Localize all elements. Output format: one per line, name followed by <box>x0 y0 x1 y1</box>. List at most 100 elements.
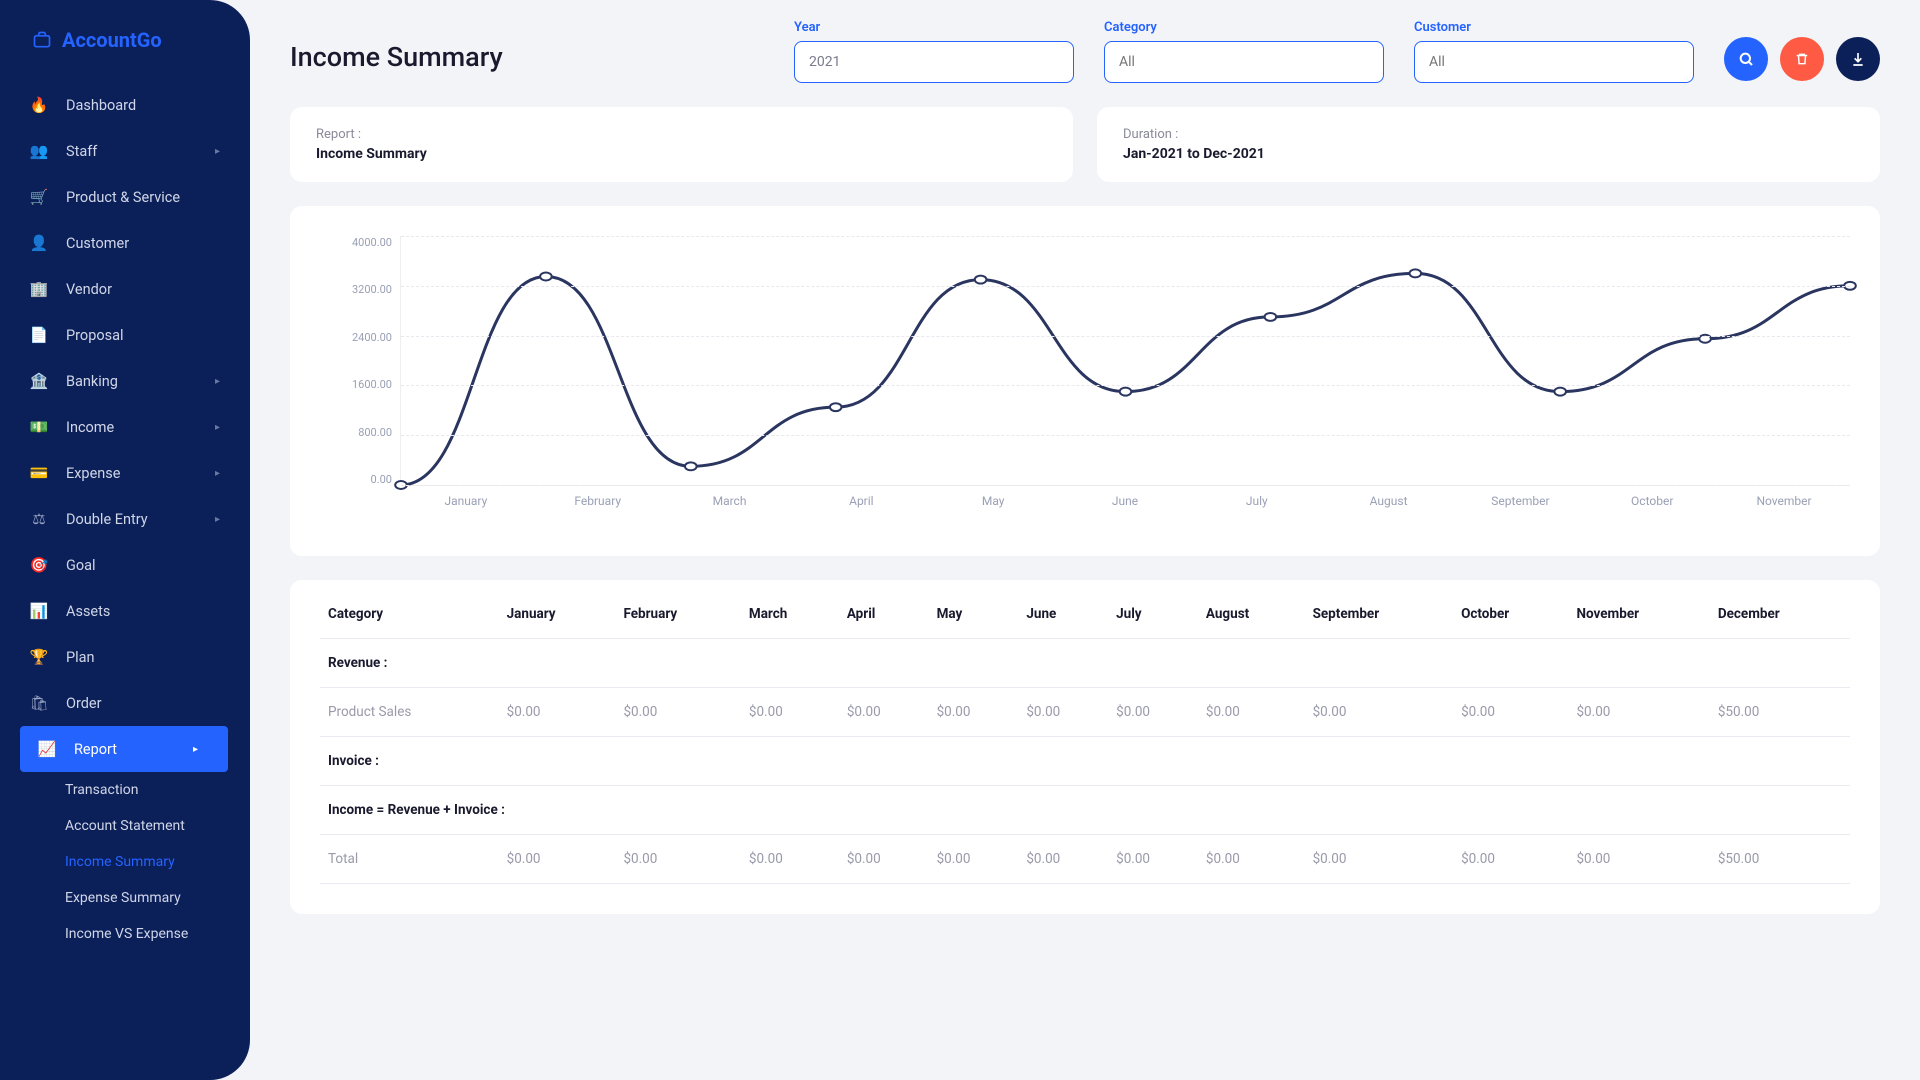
nav-label: Product & Service <box>66 189 180 206</box>
plot-area <box>400 236 1850 486</box>
section-label: Revenue : <box>320 639 1850 688</box>
cell: $0.00 <box>1305 835 1453 884</box>
chevron-icon: ▸ <box>215 376 220 387</box>
nav-icon: 🎯 <box>30 556 48 574</box>
sidebar-item-report[interactable]: 📈Report▸ <box>20 726 228 772</box>
nav-label: Staff <box>66 143 97 160</box>
nav-label: Vendor <box>66 281 112 298</box>
row-label: Total <box>320 835 499 884</box>
y-tick: 800.00 <box>320 426 400 439</box>
nav-label: Banking <box>66 373 118 390</box>
nav-icon: 👤 <box>30 234 48 252</box>
col-header: November <box>1568 590 1709 639</box>
col-header: Category <box>320 590 499 639</box>
col-header: May <box>929 590 1019 639</box>
x-tick: November <box>1718 486 1850 516</box>
nav-icon: 🏆 <box>30 648 48 666</box>
sidebar-item-assets[interactable]: 📊Assets <box>0 588 250 634</box>
cell: $0.00 <box>1018 835 1108 884</box>
x-tick: October <box>1586 486 1718 516</box>
nav-label: Customer <box>66 235 129 252</box>
category-input[interactable] <box>1104 41 1384 83</box>
chevron-icon: ▸ <box>215 514 220 525</box>
search-button[interactable] <box>1724 37 1768 81</box>
year-input[interactable] <box>794 41 1074 83</box>
col-header: October <box>1453 590 1568 639</box>
nav-icon: 🏢 <box>30 280 48 298</box>
y-tick: 1600.00 <box>320 378 400 391</box>
trash-icon <box>1795 51 1809 67</box>
customer-input[interactable] <box>1414 41 1694 83</box>
col-header: July <box>1108 590 1198 639</box>
sidebar-item-double-entry[interactable]: ⚖Double Entry▸ <box>0 496 250 542</box>
sidebar-item-dashboard[interactable]: 🔥Dashboard <box>0 82 250 128</box>
nav-icon: 📈 <box>38 740 56 758</box>
grid-line <box>401 286 1850 287</box>
chevron-icon: ▸ <box>193 744 198 755</box>
briefcase-icon <box>30 30 54 50</box>
nav-icon: 📊 <box>30 602 48 620</box>
sub-item-account-statement[interactable]: Account Statement <box>0 808 250 844</box>
sidebar-item-goal[interactable]: 🎯Goal <box>0 542 250 588</box>
x-tick: July <box>1191 486 1323 516</box>
sub-item-expense-summary[interactable]: Expense Summary <box>0 880 250 916</box>
income-table: CategoryJanuaryFebruaryMarchAprilMayJune… <box>320 590 1850 884</box>
sidebar-item-order[interactable]: 🛍Order <box>0 680 250 726</box>
cell: $0.00 <box>499 688 616 737</box>
row-label: Product Sales <box>320 688 499 737</box>
sidebar-item-plan[interactable]: 🏆Plan <box>0 634 250 680</box>
report-card: Report : Income Summary <box>290 107 1073 182</box>
col-header: September <box>1305 590 1453 639</box>
page-title: Income Summary <box>290 41 503 83</box>
x-axis: JanuaryFebruaryMarchAprilMayJuneJulyAugu… <box>400 486 1850 516</box>
x-tick: May <box>927 486 1059 516</box>
y-axis: 4000.003200.002400.001600.00800.000.00 <box>320 236 400 486</box>
sub-item-income-vs-expense[interactable]: Income VS Expense <box>0 916 250 952</box>
cell: $0.00 <box>839 688 929 737</box>
nav-label: Order <box>66 695 102 712</box>
sidebar-item-product-service[interactable]: 🛒 Product & Service <box>0 174 250 220</box>
section-row: Revenue : <box>320 639 1850 688</box>
nav-icon: 💵 <box>30 418 48 436</box>
nav-label: Income <box>66 419 114 436</box>
section-label: Invoice : <box>320 737 1850 786</box>
nav-icon: 🛒 <box>30 188 48 206</box>
x-tick: February <box>532 486 664 516</box>
duration-label: Duration : <box>1123 127 1854 142</box>
col-header: August <box>1198 590 1305 639</box>
download-button[interactable] <box>1836 37 1880 81</box>
section-row: Invoice : <box>320 737 1850 786</box>
cell: $0.00 <box>1453 688 1568 737</box>
grid-line <box>401 435 1850 436</box>
chart-line <box>401 236 1850 485</box>
y-tick: 2400.00 <box>320 331 400 344</box>
nav-icon: ⚖ <box>30 510 48 528</box>
brand-logo[interactable]: AccountGo <box>0 10 250 82</box>
sidebar-item-income[interactable]: 💵 Income ▸ <box>0 404 250 450</box>
sidebar-item-proposal[interactable]: 📄Proposal <box>0 312 250 358</box>
table-card: CategoryJanuaryFebruaryMarchAprilMayJune… <box>290 580 1880 914</box>
chevron-icon: ▸ <box>215 422 220 433</box>
download-icon <box>1850 51 1866 67</box>
sidebar-item-customer[interactable]: 👤 Customer <box>0 220 250 266</box>
nav-icon: 🔥 <box>30 96 48 114</box>
sub-item-income-summary[interactable]: Income Summary <box>0 844 250 880</box>
cell: $0.00 <box>1568 688 1709 737</box>
y-tick: 3200.00 <box>320 283 400 296</box>
section-row: Income = Revenue + Invoice : <box>320 786 1850 835</box>
sidebar-item-expense[interactable]: 💳Expense▸ <box>0 450 250 496</box>
topbar: Income Summary Year Category Customer <box>290 20 1880 83</box>
table-row: Total$0.00$0.00$0.00$0.00$0.00$0.00$0.00… <box>320 835 1850 884</box>
sub-item-transaction[interactable]: Transaction <box>0 772 250 808</box>
main-content: Income Summary Year Category Customer <box>250 0 1920 1080</box>
cell: $0.00 <box>929 688 1019 737</box>
sidebar-item-staff[interactable]: 👥Staff▸ <box>0 128 250 174</box>
sidebar-item-banking[interactable]: 🏦Banking▸ <box>0 358 250 404</box>
delete-button[interactable] <box>1780 37 1824 81</box>
grid-line <box>401 336 1850 337</box>
cell: $0.00 <box>1108 835 1198 884</box>
sidebar-item-vendor[interactable]: 🏢 Vendor <box>0 266 250 312</box>
category-filter: Category <box>1104 20 1384 83</box>
cell: $0.00 <box>741 835 839 884</box>
cell: $0.00 <box>1108 688 1198 737</box>
